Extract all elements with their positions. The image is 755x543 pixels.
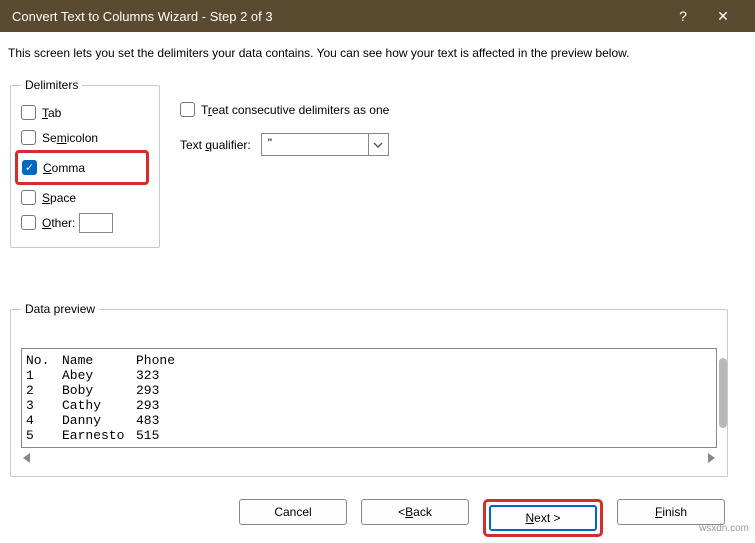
- table-header-row: No. Name Phone: [26, 353, 716, 368]
- checkbox-icon: [21, 130, 36, 145]
- table-row: 4Danny483: [26, 413, 716, 428]
- help-icon[interactable]: ?: [663, 8, 703, 24]
- data-preview-group: Data preview No. Name Phone 1Abey323 2Bo…: [10, 302, 728, 477]
- checkbox-icon: [21, 190, 36, 205]
- text-qualifier-value: ": [262, 134, 368, 155]
- text-qualifier-label: Text qualifier:: [180, 138, 251, 152]
- delimiter-options: Treat consecutive delimiters as one Text…: [162, 60, 389, 156]
- table-row: 3Cathy293: [26, 398, 716, 413]
- delimiter-space[interactable]: Space: [21, 185, 149, 210]
- finish-button[interactable]: Finish: [617, 499, 725, 525]
- col-header-phone: Phone: [136, 353, 216, 368]
- treat-consecutive[interactable]: Treat consecutive delimiters as one: [180, 102, 389, 117]
- window-title: Convert Text to Columns Wizard - Step 2 …: [12, 9, 663, 24]
- chevron-down-icon: [368, 134, 388, 155]
- delimiters-legend: Delimiters: [21, 78, 82, 92]
- checkbox-icon: [21, 215, 36, 230]
- back-button[interactable]: < Back: [361, 499, 469, 525]
- col-header-name: Name: [62, 353, 136, 368]
- cancel-button[interactable]: Cancel: [239, 499, 347, 525]
- highlight-comma: ✓ Comma: [15, 150, 149, 185]
- vertical-scrollbar[interactable]: [719, 358, 727, 428]
- scroll-right-icon: [708, 453, 715, 463]
- dialog-content: This screen lets you set the delimiters …: [0, 32, 755, 543]
- table-row: 2Boby293: [26, 383, 716, 398]
- next-button[interactable]: Next >: [489, 505, 597, 531]
- checkbox-icon: [21, 105, 36, 120]
- description-text: This screen lets you set the delimiters …: [8, 46, 741, 60]
- text-qualifier-row: Text qualifier: ": [180, 133, 389, 156]
- checkbox-checked-icon: ✓: [22, 160, 37, 175]
- data-preview-legend: Data preview: [21, 302, 99, 316]
- watermark: wsxdn.com: [699, 523, 749, 534]
- table-row: 5Earnesto515: [26, 428, 716, 443]
- close-icon[interactable]: ✕: [703, 8, 743, 25]
- delimiter-tab[interactable]: Tab: [21, 100, 149, 125]
- delimiter-comma[interactable]: ✓ Comma: [22, 155, 142, 180]
- highlight-next: Next >: [483, 499, 603, 537]
- scroll-left-icon: [23, 453, 30, 463]
- delimiter-other[interactable]: Other:: [21, 210, 149, 235]
- delimiter-semicolon[interactable]: Semicolon: [21, 125, 149, 150]
- table-row: 1Abey323: [26, 368, 716, 383]
- col-header-no: No.: [26, 353, 62, 368]
- titlebar: Convert Text to Columns Wizard - Step 2 …: [0, 0, 755, 32]
- checkbox-icon: [180, 102, 195, 117]
- delimiters-group: Delimiters Tab Semicolon ✓ Comma Space: [10, 78, 160, 248]
- dialog-footer: Cancel < Back Next > Finish: [8, 487, 741, 537]
- data-preview-area: No. Name Phone 1Abey323 2Boby293 3Cathy2…: [21, 348, 717, 448]
- text-qualifier-select[interactable]: ": [261, 133, 389, 156]
- other-delimiter-input[interactable]: [79, 213, 113, 233]
- horizontal-scrollbar[interactable]: [21, 450, 717, 466]
